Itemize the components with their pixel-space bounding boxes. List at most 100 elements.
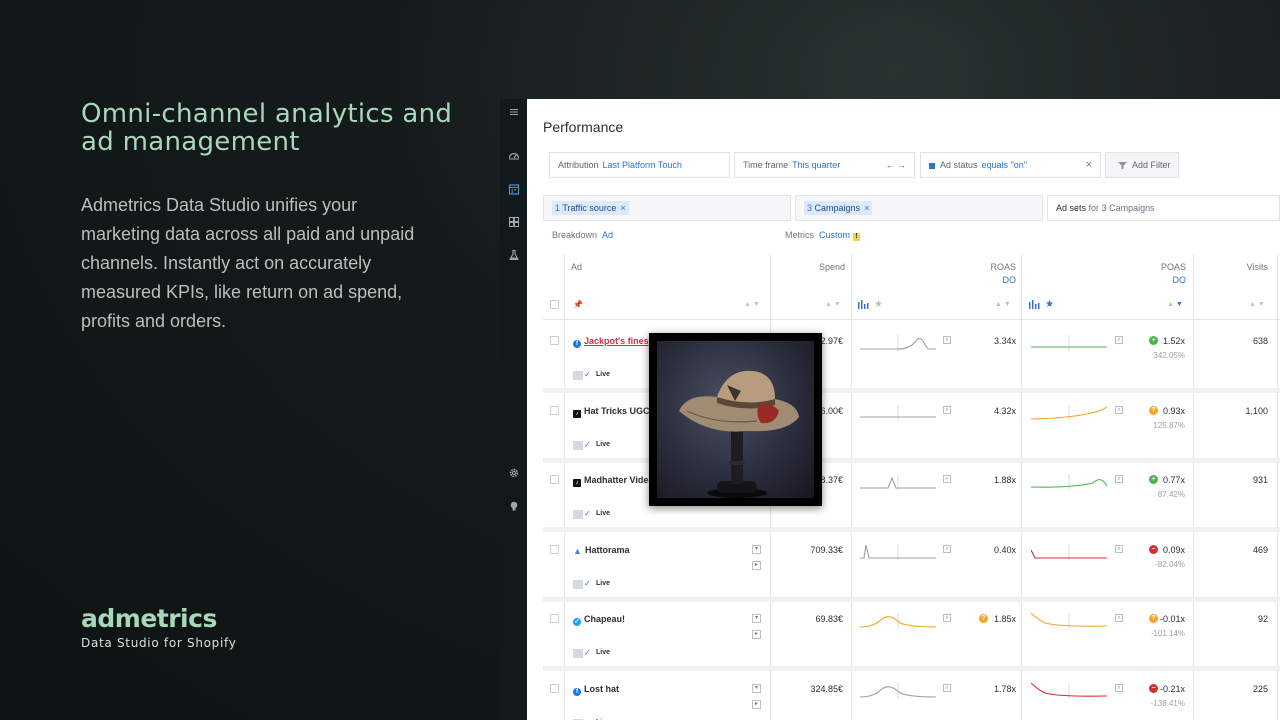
- preview-icon[interactable]: ▸: [752, 560, 761, 570]
- star-icon[interactable]: ★: [874, 299, 883, 310]
- filter-square-icon: [929, 162, 935, 169]
- campaigns-count: 3: [807, 203, 813, 213]
- row-checkbox[interactable]: [550, 475, 559, 484]
- poas-attribution-sub[interactable]: DO: [1173, 275, 1187, 285]
- status-toggle[interactable]: [573, 371, 583, 380]
- campaigns-label: Campaigns: [814, 203, 861, 213]
- sort-arrows-icon[interactable]: ▲ ▼: [995, 301, 1011, 308]
- roas-status-icon: ?: [979, 614, 988, 623]
- select-all-checkbox[interactable]: [550, 300, 559, 309]
- zoom-icon[interactable]: ⌕: [1115, 544, 1123, 553]
- zoom-icon[interactable]: ⌕: [1115, 683, 1123, 692]
- sort-arrows-icon[interactable]: ▲ ▼: [1249, 301, 1265, 308]
- sort-arrows-icon[interactable]: ▲ ▼: [744, 301, 760, 308]
- menu-icon[interactable]: [506, 106, 521, 121]
- preview-icon[interactable]: ▸: [752, 630, 761, 639]
- ad-name-text: Hattorama: [585, 544, 630, 555]
- adsets-selector[interactable]: Ad sets for 3 Campaigns: [1047, 195, 1280, 221]
- timeframe-arrows-icon[interactable]: ← →: [885, 153, 906, 177]
- ad-name[interactable]: ✓ Chapeau!: [573, 614, 625, 626]
- ad-name[interactable]: ▲ Hattorama: [573, 544, 630, 556]
- traffic-source-selector[interactable]: 1 Traffic source ×: [543, 195, 791, 221]
- metrics-value[interactable]: Custom: [819, 230, 850, 240]
- zoom-icon[interactable]: ⌕: [943, 614, 951, 622]
- tiktok-icon: ♪: [573, 409, 581, 418]
- row-checkbox[interactable]: [550, 614, 559, 623]
- preview-icon[interactable]: ▸: [752, 699, 761, 709]
- zoom-icon[interactable]: ⌕: [943, 544, 951, 553]
- breakdown-control[interactable]: Breakdown Ad: [552, 230, 613, 240]
- metrics-control[interactable]: Metrics Custom!: [785, 230, 861, 241]
- ad-name[interactable]: ♪ Hat Tricks UGC: [573, 406, 650, 418]
- dropdown-icon[interactable]: ▾: [752, 544, 761, 554]
- ad-name[interactable]: ♪ Madhatter Video: [573, 475, 654, 487]
- sort-arrows-icon[interactable]: ▲ ▼: [1167, 301, 1183, 308]
- adstatus-filter[interactable]: Ad status equals "on" ×: [920, 152, 1101, 178]
- dropdown-icon[interactable]: ▾: [752, 683, 761, 693]
- timeframe-filter[interactable]: Time frame This quarter ← →: [734, 152, 915, 178]
- zoom-icon[interactable]: ⌕: [1115, 475, 1123, 483]
- adsets-count: 3: [1101, 203, 1107, 213]
- pin-icon[interactable]: 📌: [573, 300, 583, 309]
- settings-icon[interactable]: [506, 467, 521, 482]
- zoom-icon[interactable]: ⌕: [1115, 614, 1123, 622]
- row-checkbox[interactable]: [550, 544, 559, 554]
- live-label: Live: [596, 649, 611, 656]
- clear-filter-icon[interactable]: ×: [1086, 153, 1092, 177]
- bar-chart-icon[interactable]: [1029, 300, 1040, 312]
- column-header-roas[interactable]: ROAS: [990, 262, 1016, 272]
- ad-name[interactable]: f Jackpot's finest: [573, 336, 652, 348]
- column-header-poas[interactable]: POAS: [1161, 262, 1186, 272]
- table-row[interactable]: ✓ Chapeau! ▾ ▸ ✓ Live 69.83€ ⌕ ? 1.85x ⌕ …: [543, 602, 1280, 672]
- column-header-ad[interactable]: Ad: [571, 262, 582, 272]
- lightbulb-icon[interactable]: [506, 500, 521, 515]
- row-checkbox[interactable]: [550, 405, 559, 415]
- row-checkbox[interactable]: [550, 683, 559, 693]
- column-header-spend[interactable]: Spend: [819, 262, 845, 272]
- dropdown-icon[interactable]: ▾: [752, 614, 761, 623]
- remove-chip-icon[interactable]: ×: [620, 203, 625, 213]
- row-divider: [543, 666, 1280, 671]
- zoom-icon[interactable]: ⌕: [943, 336, 951, 344]
- zoom-icon[interactable]: ⌕: [943, 683, 951, 692]
- zoom-icon[interactable]: ⌕: [943, 405, 951, 414]
- adsets-campaigns: Campaigns: [1109, 203, 1155, 213]
- star-icon[interactable]: ★: [1045, 299, 1054, 310]
- spend-value: 69.83€: [815, 614, 843, 624]
- column-header-visits[interactable]: Visits: [1247, 262, 1268, 272]
- add-filter-label: Add Filter: [1132, 160, 1171, 170]
- calendar-icon[interactable]: [506, 183, 521, 198]
- traffic-source-chip[interactable]: 1 Traffic source ×: [552, 201, 629, 215]
- zoom-icon[interactable]: ⌕: [1115, 336, 1123, 344]
- row-checkbox[interactable]: [550, 336, 559, 345]
- dashboard-icon[interactable]: [506, 150, 521, 165]
- check-icon: ✓: [584, 439, 591, 449]
- spend-value: 324.85€: [810, 683, 843, 694]
- table-row[interactable]: fLost hat ▾ ▸ ✓ Live 324.85€ ⌕ 1.78x ⌕ −…: [543, 672, 1280, 720]
- attribution-label: Attribution: [558, 160, 599, 170]
- status-toggle[interactable]: [573, 440, 583, 450]
- campaigns-chip[interactable]: 3 Campaigns ×: [804, 201, 873, 215]
- sort-arrows-icon[interactable]: ▲ ▼: [825, 301, 841, 308]
- poas-value: 0.09x: [1162, 544, 1185, 555]
- adstatus-label: Ad status: [940, 160, 978, 170]
- google-ads-icon: ▲: [573, 545, 582, 556]
- table-row[interactable]: ▲ Hattorama ▾ ▸ ✓ Live 709.33€ ⌕ 0.40x ⌕ …: [543, 533, 1280, 603]
- lab-icon[interactable]: [506, 249, 521, 264]
- attribution-filter[interactable]: Attribution Last Platform Touch: [549, 152, 730, 178]
- bar-chart-icon[interactable]: [858, 300, 869, 312]
- grid-icon[interactable]: [506, 216, 521, 231]
- status-toggle[interactable]: [573, 579, 583, 589]
- status-toggle[interactable]: [573, 510, 583, 519]
- roas-attribution-sub[interactable]: DO: [1003, 275, 1017, 285]
- ad-name[interactable]: f Lost hat: [573, 684, 619, 696]
- status-toggle[interactable]: [573, 649, 583, 658]
- campaigns-selector[interactable]: 3 Campaigns ×: [795, 195, 1043, 221]
- zoom-icon[interactable]: ⌕: [943, 475, 951, 483]
- live-label: Live: [596, 440, 611, 448]
- poas-sparkline: [1031, 335, 1107, 351]
- breakdown-value[interactable]: Ad: [602, 230, 613, 240]
- add-filter-button[interactable]: Add Filter: [1105, 152, 1179, 178]
- remove-chip-icon[interactable]: ×: [864, 203, 869, 213]
- zoom-icon[interactable]: ⌕: [1115, 405, 1123, 414]
